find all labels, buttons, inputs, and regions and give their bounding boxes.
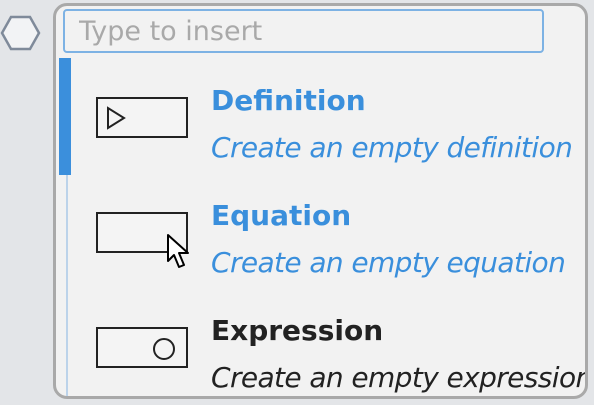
hexagon-node-icon[interactable] xyxy=(0,14,42,52)
item-description: Create an empty definition xyxy=(211,131,573,164)
list-item-definition[interactable]: Definition Create an empty definition xyxy=(71,61,585,176)
item-title: Equation xyxy=(211,199,352,232)
list-item-expression[interactable]: Expression Create an empty expression xyxy=(71,291,588,396)
expression-thumbnail xyxy=(96,327,188,368)
play-triangle-icon xyxy=(107,106,126,130)
mouse-cursor-icon xyxy=(167,234,189,268)
insert-popup: Definition Create an empty definition Eq… xyxy=(53,3,588,399)
item-description: Create an empty expression xyxy=(211,361,588,394)
search-input[interactable] xyxy=(63,9,544,53)
definition-thumbnail xyxy=(96,97,188,138)
item-description: Create an empty equation xyxy=(211,246,566,279)
selection-indicator xyxy=(59,58,71,175)
list-item-equation[interactable]: Equation Create an empty equation xyxy=(71,176,585,291)
item-title: Definition xyxy=(211,84,366,117)
circle-icon xyxy=(153,338,175,360)
item-title: Expression xyxy=(211,314,384,347)
